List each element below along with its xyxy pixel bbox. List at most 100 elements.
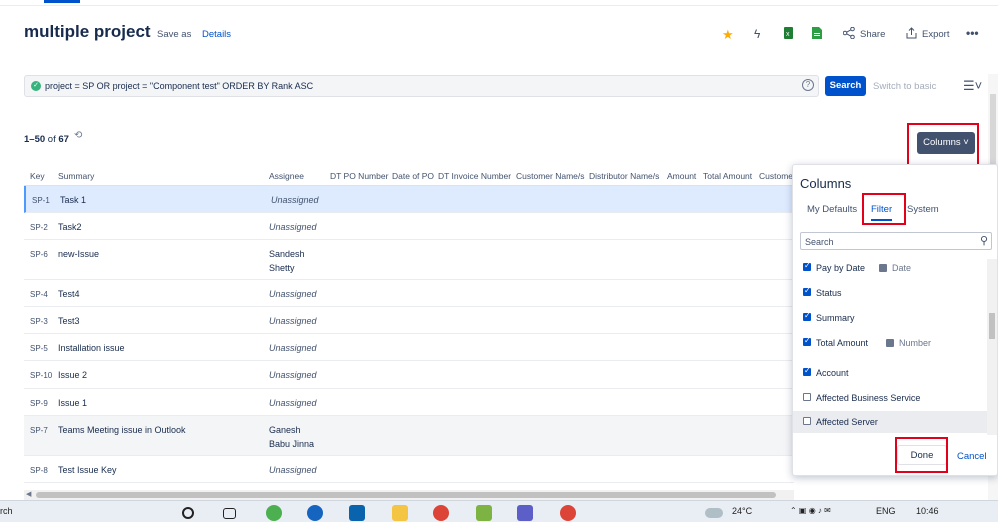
issue-key[interactable]: SP-5	[30, 344, 48, 353]
horizontal-scroll-thumb[interactable]	[36, 492, 776, 498]
table-row[interactable]: SP-6 new-Issue Sandesh Shetty	[24, 240, 794, 280]
notepad-icon[interactable]	[476, 505, 492, 521]
issue-summary[interactable]: Test Issue Key	[58, 465, 117, 475]
col-header-amount[interactable]: Amount	[667, 171, 696, 181]
issue-key[interactable]: SP-7	[30, 426, 48, 435]
col-header-dt-po-number[interactable]: DT PO Number	[330, 171, 388, 181]
table-row[interactable]: SP-1 Task 1 Unassigned	[24, 186, 794, 213]
col-header-customer[interactable]: Custome	[759, 171, 793, 181]
issue-summary[interactable]: new-Issue	[58, 249, 99, 259]
checkbox[interactable]	[803, 417, 811, 425]
table-row[interactable]: SP-4 Test4 Unassigned	[24, 280, 794, 307]
clock[interactable]: 10:46	[916, 506, 939, 516]
search-icon[interactable]	[182, 507, 194, 519]
column-option-pay-by-date[interactable]: Pay by Date Date	[793, 259, 987, 279]
column-option-status[interactable]: Status	[793, 282, 987, 304]
col-header-customer-names[interactable]: Customer Name/s	[516, 171, 585, 181]
issue-key[interactable]: SP-3	[30, 317, 48, 326]
cancel-button[interactable]: Cancel	[957, 451, 987, 462]
outlook-icon[interactable]	[349, 505, 365, 521]
issue-summary[interactable]: Task2	[58, 222, 82, 232]
teams-icon[interactable]	[517, 505, 533, 521]
view-menu-icon[interactable]: ☰˅	[963, 78, 982, 94]
task-view-icon[interactable]	[223, 508, 236, 519]
taskbar-search-text[interactable]: rch	[0, 506, 13, 516]
issue-key[interactable]: SP-2	[30, 223, 48, 232]
columns-list-scrollbar[interactable]	[987, 259, 997, 435]
more-options-icon[interactable]: •••	[966, 26, 979, 40]
table-row[interactable]: SP-5 Installation issue Unassigned	[24, 334, 794, 361]
issue-summary[interactable]: Installation issue	[58, 343, 125, 353]
table-row[interactable]: SP-3 Test3 Unassigned	[24, 307, 794, 334]
checkbox[interactable]	[803, 336, 811, 346]
table-row[interactable]: SP-2 Task2 Unassigned	[24, 213, 794, 240]
issue-summary[interactable]: Test4	[58, 289, 80, 299]
language-indicator[interactable]: ENG	[876, 506, 896, 516]
details-link[interactable]: Details	[202, 29, 231, 40]
column-option-account[interactable]: Account	[793, 362, 987, 384]
issue-summary[interactable]: Issue 2	[58, 370, 87, 380]
jql-query-field[interactable]: ✓ project = SP OR project = "Component t…	[24, 75, 819, 97]
issue-key[interactable]: SP-4	[30, 290, 48, 299]
table-row[interactable]: SP-7 Teams Meeting issue in Outlook Gane…	[24, 416, 794, 456]
edge-icon[interactable]	[307, 505, 323, 521]
issue-key[interactable]: SP-6	[30, 250, 48, 259]
issue-summary[interactable]: Issue 1	[58, 398, 87, 408]
share-icon[interactable]	[842, 26, 855, 42]
table-row[interactable]: SP-9 Issue 1 Unassigned	[24, 389, 794, 416]
lightning-icon[interactable]: ϟ	[754, 27, 760, 41]
document-export-icon[interactable]	[812, 27, 822, 42]
switch-to-basic-link[interactable]: Switch to basic	[873, 81, 936, 92]
col-header-summary[interactable]: Summary	[58, 171, 94, 181]
horizontal-scrollbar[interactable]: ◀	[24, 490, 794, 500]
checkbox[interactable]	[803, 286, 811, 296]
issue-summary[interactable]: Task 1	[60, 195, 86, 205]
column-option-affected-server[interactable]: Affected Server	[793, 411, 987, 433]
checkbox[interactable]	[803, 261, 811, 271]
col-header-distributor-names[interactable]: Distributor Name/s	[589, 171, 659, 181]
tab-my-defaults[interactable]: My Defaults	[807, 204, 857, 215]
done-button[interactable]: Done	[897, 445, 947, 465]
star-icon[interactable]: ★	[722, 27, 734, 43]
columns-button[interactable]: Columns ˅	[917, 132, 975, 154]
checkbox[interactable]	[803, 393, 811, 401]
column-option-affected-business-service[interactable]: Affected Business Service	[793, 387, 987, 409]
col-header-assignee[interactable]: Assignee	[269, 171, 304, 181]
save-as-link[interactable]: Save as	[157, 29, 191, 40]
checkbox[interactable]	[803, 366, 811, 376]
refresh-icon[interactable]: ⟲	[74, 130, 82, 141]
columns-search-input[interactable]: Search ⚲	[800, 232, 992, 250]
col-header-key[interactable]: Key	[30, 171, 45, 181]
col-header-dt-invoice-number[interactable]: DT Invoice Number	[438, 171, 511, 181]
column-option-summary[interactable]: Summary	[793, 307, 987, 329]
chrome-icon[interactable]	[560, 505, 576, 521]
jql-query-text[interactable]: project = SP OR project = "Component tes…	[45, 81, 313, 91]
issue-key[interactable]: SP-8	[30, 466, 48, 475]
tray-icons[interactable]: ⌃ ▣ ◉ ♪ ✉	[790, 506, 831, 515]
issue-summary[interactable]: Test3	[58, 316, 80, 326]
table-row[interactable]: SP-8 Test Issue Key Unassigned	[24, 456, 794, 483]
folder-icon[interactable]	[392, 505, 408, 521]
excel-icon[interactable]: x	[783, 27, 794, 42]
issue-key[interactable]: SP-10	[30, 371, 52, 380]
tab-system[interactable]: System	[907, 204, 939, 215]
export-button[interactable]: Export	[922, 29, 949, 40]
tab-filter[interactable]: Filter	[871, 204, 893, 221]
checkbox[interactable]	[803, 311, 811, 321]
issue-key[interactable]: SP-1	[32, 196, 50, 205]
column-option-total-amount[interactable]: Total Amount Number	[793, 332, 987, 354]
table-row[interactable]: SP-10 Issue 2 Unassigned	[24, 361, 794, 389]
search-button[interactable]: Search	[825, 76, 866, 96]
help-icon[interactable]: ?	[802, 79, 814, 91]
col-header-total-amount[interactable]: Total Amount	[703, 171, 752, 181]
issue-key[interactable]: SP-9	[30, 399, 48, 408]
columns-list-scroll-thumb[interactable]	[989, 313, 995, 339]
issue-summary[interactable]: Teams Meeting issue in Outlook	[58, 425, 186, 435]
weather-temp[interactable]: 24°C	[732, 506, 752, 516]
app-icon[interactable]	[266, 505, 282, 521]
chrome-icon[interactable]	[433, 505, 449, 521]
scroll-left-icon[interactable]: ◀	[26, 490, 31, 498]
col-header-date-of-po[interactable]: Date of PO	[392, 171, 434, 181]
share-button[interactable]: Share	[860, 29, 885, 40]
weather-icon[interactable]	[705, 508, 723, 518]
